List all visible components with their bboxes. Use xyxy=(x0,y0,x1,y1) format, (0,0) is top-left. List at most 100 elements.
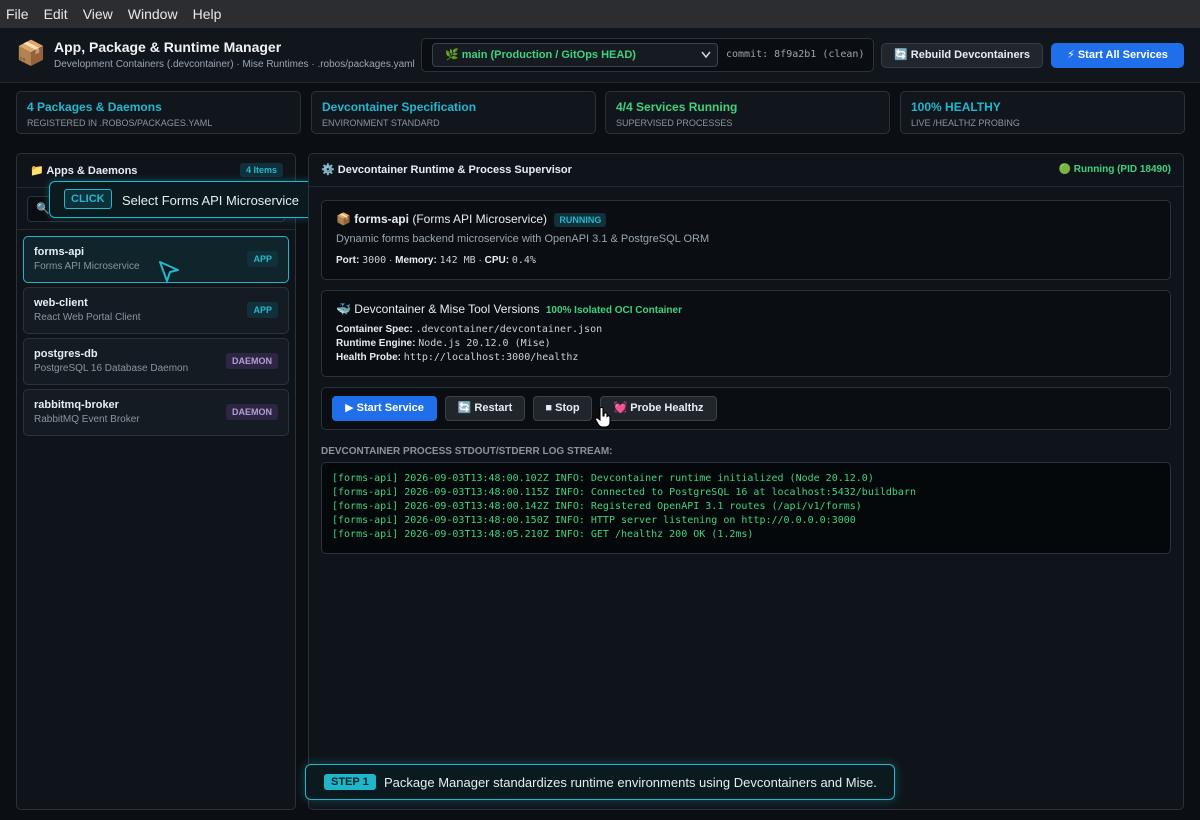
stat-devcontainer: Devcontainer Specification Environment S… xyxy=(311,91,596,134)
tooltip-text: Select Forms API Microservice xyxy=(122,193,299,208)
runtime-engine-row: Runtime Engine: Node.js 20.12.0 (Mise) xyxy=(336,338,551,349)
list-item-forms-api[interactable]: forms-api Forms API Microservice APP xyxy=(23,236,289,283)
type-badge: DAEMON xyxy=(226,404,278,420)
chevron-down-icon xyxy=(701,44,711,75)
app-header: 📦 App, Package & Runtime Manager Develop… xyxy=(0,28,1200,83)
log-stream[interactable]: [forms-api] 2026-09-03T13:48:00.102Z INF… xyxy=(321,462,1171,554)
click-tag: CLICK xyxy=(64,189,112,209)
list-item-rabbitmq-broker[interactable]: rabbitmq-broker RabbitMQ Event Broker DA… xyxy=(23,389,289,436)
stat-label: Registered in .robos/packages.yaml xyxy=(27,118,213,128)
memory-label: Memory: xyxy=(395,255,437,266)
step-banner: STEP 1 Package Manager standardizes runt… xyxy=(305,764,895,800)
apps-sidebar: 📁 Apps & Daemons 4 Items 🔍 forms-api For… xyxy=(16,153,296,810)
engine-label: Runtime Engine: xyxy=(336,338,416,349)
type-badge: DAEMON xyxy=(226,353,278,369)
menu-help[interactable]: Help xyxy=(193,6,222,22)
stop-button[interactable]: ■ Stop xyxy=(533,396,592,421)
probe-healthz-button[interactable]: 💓 Probe Healthz xyxy=(600,396,717,421)
app-subtitle: Development Containers (.devcontainer) ·… xyxy=(54,59,415,70)
branch-select[interactable]: 🌿 main (Production / GitOps HEAD) xyxy=(432,43,718,67)
commit-info: commit: 8f9a2b1 (clean) xyxy=(726,49,865,60)
log-line: [forms-api] 2026-09-03T13:48:05.210Z INF… xyxy=(332,529,754,540)
start-all-services-button[interactable]: ⚡ Start All Services xyxy=(1051,43,1184,68)
start-service-button[interactable]: ▶ Start Service xyxy=(332,396,437,421)
item-name: postgres-db xyxy=(34,348,98,360)
probe-value: http://localhost:3000/healthz xyxy=(403,352,579,363)
item-name: forms-api xyxy=(34,246,85,258)
list-item-web-client[interactable]: web-client React Web Portal Client APP xyxy=(23,287,289,334)
branch-select-value: 🌿 main (Production / GitOps HEAD) xyxy=(445,49,636,61)
port-value: 3000 xyxy=(362,255,387,266)
item-count-badge: 4 Items xyxy=(240,163,284,177)
isolation-badge: 100% Isolated OCI Container xyxy=(545,305,682,316)
hand-pointer-icon xyxy=(594,406,611,428)
stat-value: 100% HEALTHY xyxy=(911,100,1001,114)
stat-value: 4 Packages & Daemons xyxy=(27,100,162,114)
port-label: Port: xyxy=(336,255,360,266)
log-line: [forms-api] 2026-09-03T13:48:00.115Z INF… xyxy=(332,487,916,498)
item-desc: RabbitMQ Event Broker xyxy=(34,414,140,425)
stat-value: Devcontainer Specification xyxy=(322,100,477,114)
click-hint-tooltip: CLICK Select Forms API Microservice xyxy=(49,181,314,218)
menu-window[interactable]: Window xyxy=(128,6,178,22)
service-metrics: Port: 3000 · Memory: 142 MB · CPU: 0.4% xyxy=(336,255,536,266)
cpu-label: CPU: xyxy=(484,255,510,266)
arrow-cursor-icon xyxy=(159,261,179,282)
service-heading: 📦 forms-api (Forms API Microservice) RUN… xyxy=(336,212,607,227)
runtime-panel: ⚙️ Devcontainer Runtime & Process Superv… xyxy=(308,153,1184,810)
menu-bar: File Edit View Window Help xyxy=(0,0,1200,28)
log-line: [forms-api] 2026-09-03T13:48:00.150Z INF… xyxy=(332,515,856,526)
package-icon: 📦 xyxy=(16,40,46,67)
memory-value: 142 MB xyxy=(439,255,476,266)
action-bar: ▶ Start Service 🔄 Restart ■ Stop 💓 Probe… xyxy=(321,387,1171,430)
stat-health: 100% HEALTHY Live /healthz probing xyxy=(900,91,1185,134)
log-line: [forms-api] 2026-09-03T13:48:00.142Z INF… xyxy=(332,501,862,512)
item-desc: PostgreSQL 16 Database Daemon xyxy=(34,363,189,374)
service-card: 📦 forms-api (Forms API Microservice) RUN… xyxy=(321,200,1171,280)
process-status: 🟢 Running (PID 18490) xyxy=(1058,164,1171,175)
branch-panel: 🌿 main (Production / GitOps HEAD) commit… xyxy=(421,38,874,72)
type-badge: APP xyxy=(247,251,278,267)
engine-value: Node.js 20.12.0 (Mise) xyxy=(418,338,551,349)
cpu-value: 0.4% xyxy=(511,255,536,266)
stat-label: Live /healthz probing xyxy=(911,118,1020,128)
list-item-postgres-db[interactable]: postgres-db PostgreSQL 16 Database Daemo… xyxy=(23,338,289,385)
step-text: Package Manager standardizes runtime env… xyxy=(384,775,877,790)
runtime-panel-header: ⚙️ Devcontainer Runtime & Process Superv… xyxy=(309,154,1183,187)
stat-packages: 4 Packages & Daemons Registered in .robo… xyxy=(16,91,301,134)
probe-label: Health Probe: xyxy=(336,352,402,363)
step-tag: STEP 1 xyxy=(324,774,376,790)
item-desc: Forms API Microservice xyxy=(34,261,140,272)
health-probe-row: Health Probe: http://localhost:3000/heal… xyxy=(336,352,578,363)
item-name: web-client xyxy=(34,297,88,309)
divider xyxy=(17,229,295,230)
status-badge: RUNNING xyxy=(554,213,607,227)
app-title: App, Package & Runtime Manager xyxy=(54,39,282,55)
restart-button[interactable]: 🔄 Restart xyxy=(445,396,525,421)
sidebar-title: 📁 Apps & Daemons xyxy=(30,165,138,177)
log-stream-label: DEVCONTAINER PROCESS STDOUT/STDERR LOG S… xyxy=(321,446,613,457)
type-badge: APP xyxy=(247,302,278,318)
devcontainer-title: 🐳 Devcontainer & Mise Tool Versions xyxy=(336,302,540,316)
service-fullname: (Forms API Microservice) xyxy=(412,212,548,226)
service-name: forms-api xyxy=(354,212,409,226)
rebuild-devcontainers-button[interactable]: 🔄 Rebuild Devcontainers xyxy=(881,43,1043,68)
stat-label: Environment Standard xyxy=(322,118,440,128)
container-spec-row: Container Spec: .devcontainer/devcontain… xyxy=(336,324,602,335)
package-icon: 📦 xyxy=(336,212,351,226)
menu-file[interactable]: File xyxy=(6,6,29,22)
devcontainer-card: 🐳 Devcontainer & Mise Tool Versions 100%… xyxy=(321,290,1171,377)
menu-edit[interactable]: Edit xyxy=(44,6,68,22)
spec-value: .devcontainer/devcontainer.json xyxy=(415,324,603,335)
service-description: Dynamic forms backend microservice with … xyxy=(336,233,710,245)
devcontainer-heading: 🐳 Devcontainer & Mise Tool Versions 100%… xyxy=(336,302,682,316)
menu-view[interactable]: View xyxy=(83,6,113,22)
stat-value: 4/4 Services Running xyxy=(616,100,738,114)
panel-title: ⚙️ Devcontainer Runtime & Process Superv… xyxy=(321,164,572,176)
item-desc: React Web Portal Client xyxy=(34,312,141,323)
stat-services: 4/4 Services Running Supervised Processe… xyxy=(605,91,890,134)
spec-label: Container Spec: xyxy=(336,324,413,335)
item-name: rabbitmq-broker xyxy=(34,399,119,411)
stat-label: Supervised Processes xyxy=(616,118,733,128)
search-icon: 🔍 xyxy=(36,203,50,215)
